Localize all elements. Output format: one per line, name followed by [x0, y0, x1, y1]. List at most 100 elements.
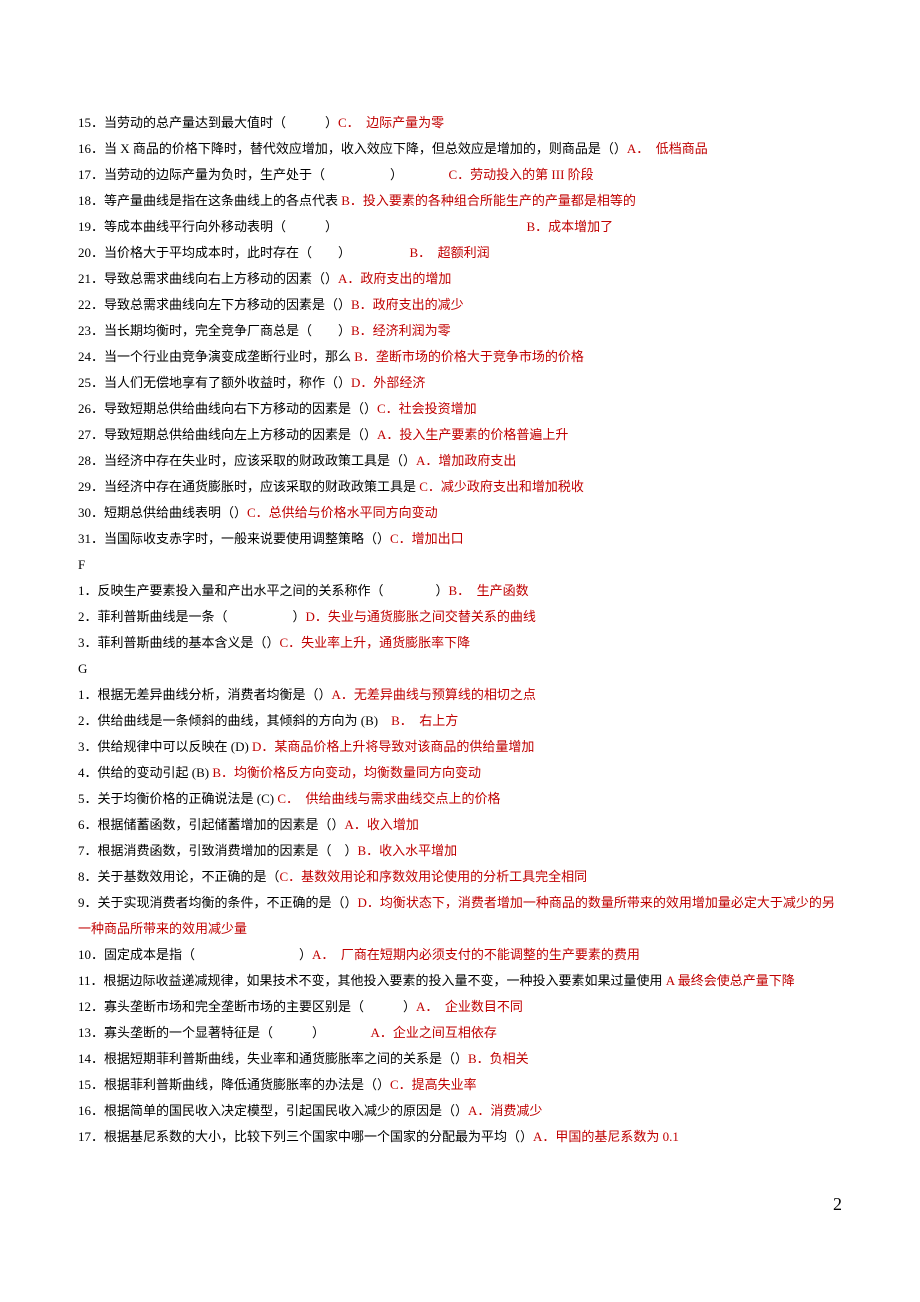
question-line: 17．根据基尼系数的大小，比较下列三个国家中哪一个国家的分配最为平均（）A．甲国… — [78, 1124, 842, 1150]
question-text: 7．根据消费函数，引致消费增加的因素是（ ） — [78, 843, 358, 858]
question-text: 17．当劳动的边际产量为负时，生产处于（ ） — [78, 167, 449, 182]
question-line: 12．寡头垄断市场和完全垄断市场的主要区别是（ ）A． 企业数目不同 — [78, 994, 842, 1020]
question-text: 16．当 X 商品的价格下降时，替代效应增加，收入效应下降，但总效应是增加的，则… — [78, 141, 627, 156]
question-line: 2．供给曲线是一条倾斜的曲线，其倾斜的方向为 (B) B． 右上方 — [78, 708, 842, 734]
question-text: 9．关于实现消费者均衡的条件，不正确的是（） — [78, 895, 358, 910]
answer-text: B．投入要素的各种组合所能生产的产量都是相等的 — [341, 193, 636, 208]
question-line: 15．当劳动的总产量达到最大值时（ ）C． 边际产量为零 — [78, 110, 842, 136]
answer-text: D．某商品价格上升将导致对该商品的供给量增加 — [252, 739, 534, 754]
question-line: 18．等产量曲线是指在这条曲线上的各点代表 B．投入要素的各种组合所能生产的产量… — [78, 188, 842, 214]
question-line: 19．等成本曲线平行向外移动表明（ ） B．成本增加了 — [78, 214, 842, 240]
answer-text: B．经济利润为零 — [351, 323, 451, 338]
answer-text: B． 超额利润 — [410, 245, 490, 260]
answer-text: C．增加出口 — [390, 531, 464, 546]
question-line: 28．当经济中存在失业时，应该采取的财政政策工具是（）A．增加政府支出 — [78, 448, 842, 474]
question-line: 30．短期总供给曲线表明（）C．总供给与价格水平同方向变动 — [78, 500, 842, 526]
answer-text: C．失业率上升，通货膨胀率下降 — [280, 635, 471, 650]
question-text: 24．当一个行业由竞争演变成垄断行业时，那么 — [78, 349, 354, 364]
question-line: 17．当劳动的边际产量为负时，生产处于（ ） C．劳动投入的第 III 阶段 — [78, 162, 842, 188]
question-text: 3．供给规律中可以反映在 (D) — [78, 739, 252, 754]
question-text: 4．供给的变动引起 (B) — [78, 765, 212, 780]
question-line: 1．根据无差异曲线分析，消费者均衡是（）A．无差异曲线与预算线的相切之点 — [78, 682, 842, 708]
question-text: 8．关于基数效用论，不正确的是（ — [78, 869, 280, 884]
question-line: 3．菲利普斯曲线的基本含义是（）C．失业率上升，通货膨胀率下降 — [78, 630, 842, 656]
answer-text: B．政府支出的减少 — [351, 297, 464, 312]
question-line: 26．导致短期总供给曲线向右下方移动的因素是（）C．社会投资增加 — [78, 396, 842, 422]
answer-text: C．减少政府支出和增加税收 — [419, 479, 584, 494]
question-text: 31．当国际收支赤字时，一般来说要使用调整策略（） — [78, 531, 390, 546]
question-text: 6．根据储蓄函数，引起储蓄增加的因素是（） — [78, 817, 345, 832]
question-text: 21．导致总需求曲线向右上方移动的因素（） — [78, 271, 338, 286]
document-page: 15．当劳动的总产量达到最大值时（ ）C． 边际产量为零 16．当 X 商品的价… — [0, 0, 920, 1262]
answer-text: B．均衡价格反方向变动，均衡数量同方向变动 — [212, 765, 481, 780]
question-line: 1．反映生产要素投入量和产出水平之间的关系称作（ ）B． 生产函数 — [78, 578, 842, 604]
question-text: 3．菲利普斯曲线的基本含义是（） — [78, 635, 280, 650]
question-text: 1．根据无差异曲线分析，消费者均衡是（） — [78, 687, 332, 702]
answer-text: C．劳动投入的第 III 阶段 — [449, 167, 594, 182]
question-text: 19．等成本曲线平行向外移动表明（ ） — [78, 219, 527, 234]
question-text: 13．寡头垄断的一个显著特征是（ ） — [78, 1025, 371, 1040]
answer-text: A．政府支出的增加 — [338, 271, 451, 286]
answer-text: B．成本增加了 — [527, 219, 614, 234]
question-line: 16．根据简单的国民收入决定模型，引起国民收入减少的原因是（）A．消费减少 — [78, 1098, 842, 1124]
answer-text: D．外部经济 — [351, 375, 425, 390]
answer-text: D．失业与通货膨胀之间交替关系的曲线 — [306, 609, 536, 624]
question-text: 30．短期总供给曲线表明（） — [78, 505, 247, 520]
answer-text: C．提高失业率 — [390, 1077, 477, 1092]
answer-text: A．收入增加 — [345, 817, 419, 832]
question-text: 2．菲利普斯曲线是一条（ ） — [78, 609, 306, 624]
question-text: 11．根据边际收益递减规律，如果技术不变，其他投入要素的投入量不变，一种投入要素… — [78, 973, 666, 988]
answer-text: A．企业之间互相依存 — [371, 1025, 497, 1040]
question-text: 29．当经济中存在通货膨胀时，应该采取的财政政策工具是 — [78, 479, 419, 494]
question-text: 10．固定成本是指（ ） — [78, 947, 312, 962]
question-line: 2．菲利普斯曲线是一条（ ）D．失业与通货膨胀之间交替关系的曲线 — [78, 604, 842, 630]
question-line: 6．根据储蓄函数，引起储蓄增加的因素是（）A．收入增加 — [78, 812, 842, 838]
question-text: 12．寡头垄断市场和完全垄断市场的主要区别是（ ） — [78, 999, 416, 1014]
question-text: 23．当长期均衡时，完全竞争厂商总是（ ） — [78, 323, 351, 338]
question-text: 27．导致短期总供给曲线向左上方移动的因素是（） — [78, 427, 377, 442]
question-line: 9．关于实现消费者均衡的条件，不正确的是（）D．均衡状态下，消费者增加一种商品的… — [78, 890, 842, 942]
question-line: 20．当价格大于平均成本时，此时存在（ ） B． 超额利润 — [78, 240, 842, 266]
answer-text: B． 右上方 — [391, 713, 458, 728]
question-line: 7．根据消费函数，引致消费增加的因素是（ ）B．收入水平增加 — [78, 838, 842, 864]
answer-text: A． 企业数目不同 — [416, 999, 523, 1014]
question-line: 23．当长期均衡时，完全竞争厂商总是（ ）B．经济利润为零 — [78, 318, 842, 344]
question-line: 8．关于基数效用论，不正确的是（C．基数效用论和序数效用论使用的分析工具完全相同 — [78, 864, 842, 890]
question-line: 11．根据边际收益递减规律，如果技术不变，其他投入要素的投入量不变，一种投入要素… — [78, 968, 842, 994]
answer-text: C．基数效用论和序数效用论使用的分析工具完全相同 — [280, 869, 588, 884]
answer-text: C． 边际产量为零 — [338, 115, 444, 130]
answer-text: A．增加政府支出 — [416, 453, 516, 468]
question-line: 22．导致总需求曲线向左下方移动的因素是（）B．政府支出的减少 — [78, 292, 842, 318]
question-line: 24．当一个行业由竞争演变成垄断行业时，那么 B．垄断市场的价格大于竞争市场的价… — [78, 344, 842, 370]
question-text: 25．当人们无偿地享有了额外收益时，称作（） — [78, 375, 351, 390]
section-heading-g: G — [78, 656, 842, 682]
question-text: 14．根据短期菲利普斯曲线，失业率和通货膨胀率之间的关系是（） — [78, 1051, 468, 1066]
question-line: 5．关于均衡价格的正确说法是 (C) C． 供给曲线与需求曲线交点上的价格 — [78, 786, 842, 812]
question-text: 20．当价格大于平均成本时，此时存在（ ） — [78, 245, 410, 260]
answer-text: B．负相关 — [468, 1051, 529, 1066]
question-text: 5．关于均衡价格的正确说法是 (C) — [78, 791, 277, 806]
question-text: 26．导致短期总供给曲线向右下方移动的因素是（） — [78, 401, 377, 416]
answer-text: A．消费减少 — [468, 1103, 542, 1118]
question-line: 27．导致短期总供给曲线向左上方移动的因素是（）A．投入生产要素的价格普遍上升 — [78, 422, 842, 448]
section-heading-f: F — [78, 552, 842, 578]
question-text: 22．导致总需求曲线向左下方移动的因素是（） — [78, 297, 351, 312]
question-text: 1．反映生产要素投入量和产出水平之间的关系称作（ ） — [78, 583, 449, 598]
question-line: 16．当 X 商品的价格下降时，替代效应增加，收入效应下降，但总效应是增加的，则… — [78, 136, 842, 162]
question-line: 25．当人们无偿地享有了额外收益时，称作（）D．外部经济 — [78, 370, 842, 396]
question-line: 29．当经济中存在通货膨胀时，应该采取的财政政策工具是 C．减少政府支出和增加税… — [78, 474, 842, 500]
answer-text: A． 低档商品 — [627, 141, 708, 156]
question-text: 18．等产量曲线是指在这条曲线上的各点代表 — [78, 193, 341, 208]
answer-text: A． 厂商在短期内必须支付的不能调整的生产要素的费用 — [312, 947, 640, 962]
question-line: 31．当国际收支赤字时，一般来说要使用调整策略（）C．增加出口 — [78, 526, 842, 552]
question-text: 17．根据基尼系数的大小，比较下列三个国家中哪一个国家的分配最为平均（） — [78, 1129, 533, 1144]
answer-text: B．收入水平增加 — [358, 843, 458, 858]
answer-text: A 最终会使总产量下降 — [666, 973, 795, 988]
answer-text: C． 供给曲线与需求曲线交点上的价格 — [277, 791, 500, 806]
question-text: 2．供给曲线是一条倾斜的曲线，其倾斜的方向为 (B) — [78, 713, 391, 728]
question-line: 3．供给规律中可以反映在 (D) D．某商品价格上升将导致对该商品的供给量增加 — [78, 734, 842, 760]
question-text: 15．当劳动的总产量达到最大值时（ ） — [78, 115, 338, 130]
question-line: 15．根据菲利普斯曲线，降低通货膨胀率的办法是（）C．提高失业率 — [78, 1072, 842, 1098]
answer-text: A．无差异曲线与预算线的相切之点 — [332, 687, 536, 702]
answer-text: A．投入生产要素的价格普遍上升 — [377, 427, 568, 442]
